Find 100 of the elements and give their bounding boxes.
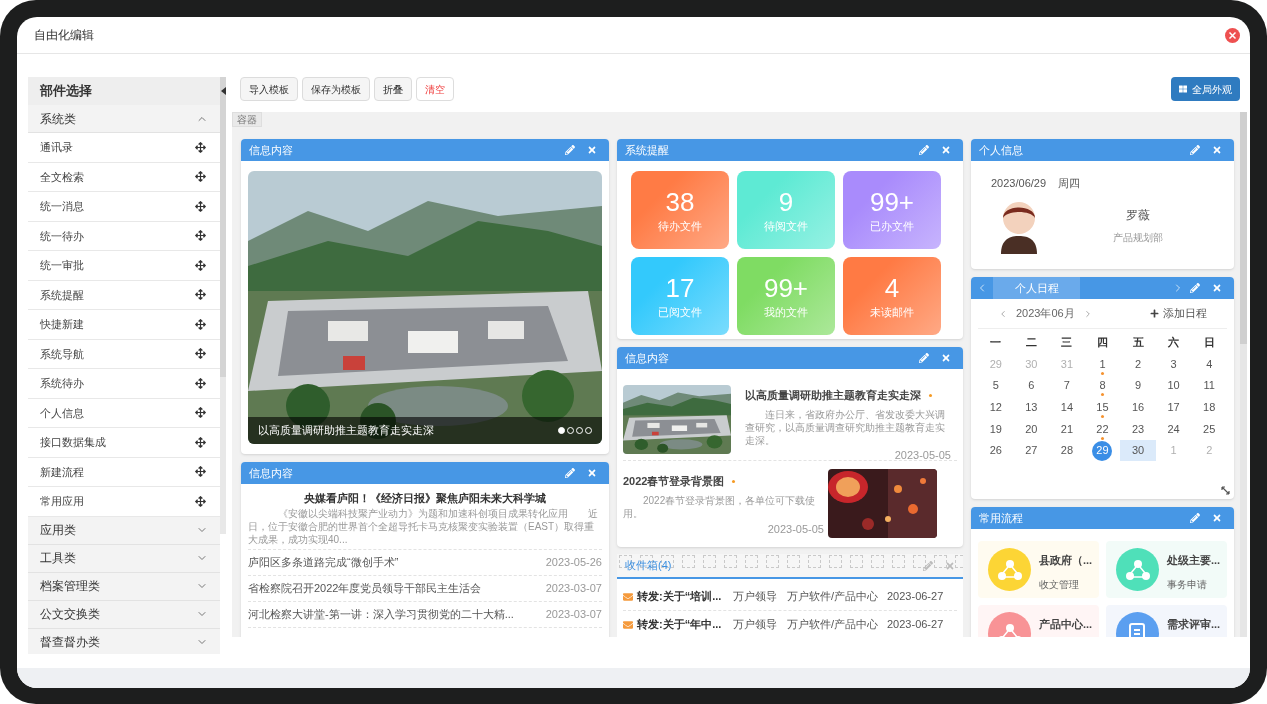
news-title[interactable]: 庐阳区多条道路完成“微创手术” — [248, 554, 399, 571]
category-header[interactable]: 公文交换类 — [28, 600, 220, 629]
calendar-day[interactable]: 1 — [1084, 353, 1121, 375]
category-header[interactable]: 档案管理类 — [28, 572, 220, 601]
widget-item[interactable]: 新建流程 — [28, 457, 220, 487]
move-icon[interactable] — [195, 377, 206, 389]
calendar-day[interactable]: 18 — [1191, 396, 1227, 419]
move-icon[interactable] — [195, 348, 206, 360]
mail-subject[interactable]: 转发:关于“培训... — [637, 588, 733, 605]
workflow-card[interactable]: 产品中心... — [978, 605, 1099, 637]
move-icon[interactable] — [195, 230, 206, 242]
widget-item[interactable]: 通讯录 — [28, 133, 220, 163]
move-icon[interactable] — [195, 466, 206, 478]
add-schedule-button[interactable]: 添加日程 — [1150, 305, 1207, 322]
calendar-day[interactable]: 10 — [1155, 374, 1192, 397]
close-icon[interactable] — [1225, 27, 1240, 43]
edit-icon[interactable] — [1190, 283, 1200, 293]
close-icon[interactable] — [587, 468, 597, 478]
close-icon[interactable] — [941, 145, 951, 155]
appearance-button[interactable]: 全局外观 — [1171, 77, 1240, 101]
article-title[interactable]: 2022春节登录背景图 — [623, 473, 725, 490]
article-title[interactable]: 以高质量调研助推主题教育走实走深 — [745, 387, 921, 404]
close-icon[interactable] — [941, 353, 951, 363]
category-header[interactable]: 系统类 — [28, 105, 220, 133]
category-header[interactable]: 应用类 — [28, 516, 220, 545]
edit-icon[interactable] — [919, 145, 929, 155]
calendar-day[interactable]: 2 — [1120, 353, 1156, 375]
widget-item[interactable]: 快捷新建 — [28, 310, 220, 340]
calendar-day[interactable]: 27 — [1013, 439, 1050, 462]
toolbar-button[interactable]: 清空 — [416, 77, 454, 101]
move-icon[interactable] — [195, 259, 206, 271]
calendar-day[interactable]: 6 — [1013, 374, 1050, 397]
widget-item[interactable]: 常用应用 — [28, 487, 220, 517]
calendar-day[interactable]: 13 — [1013, 396, 1050, 419]
widget-item[interactable]: 统一审批 — [28, 251, 220, 281]
calendar-day[interactable]: 28 — [1049, 439, 1085, 462]
scrollbar[interactable] — [220, 77, 226, 534]
calendar-day[interactable]: 30 — [1120, 439, 1156, 462]
widget-item[interactable]: 接口数据集成 — [28, 428, 220, 458]
close-icon[interactable] — [1212, 513, 1222, 523]
move-icon[interactable] — [195, 171, 206, 183]
widget-item[interactable]: 统一消息 — [28, 192, 220, 222]
widget-item[interactable]: 全文检索 — [28, 162, 220, 192]
move-icon[interactable] — [195, 318, 206, 330]
calendar-day[interactable]: 7 — [1049, 374, 1085, 397]
news-title[interactable]: 省检察院召开2022年度党员领导干部民主生活会 — [248, 580, 482, 597]
toolbar-button[interactable]: 保存为模板 — [302, 77, 370, 101]
widget-item[interactable]: 系统待办 — [28, 369, 220, 399]
calendar-day[interactable]: 20 — [1013, 418, 1050, 440]
calendar-day[interactable]: 22 — [1084, 418, 1121, 440]
workflow-card[interactable]: 处级主要... 事务申请 — [1106, 541, 1227, 598]
calendar-day[interactable]: 17 — [1155, 396, 1192, 419]
move-icon[interactable] — [195, 407, 206, 419]
close-icon[interactable] — [945, 560, 955, 571]
calendar-day[interactable]: 12 — [978, 396, 1014, 419]
widget-item[interactable]: 系统提醒 — [28, 280, 220, 310]
news-headline[interactable]: 央媒看庐阳！《经济日报》聚焦庐阳未来大科学城 — [248, 489, 602, 507]
toolbar-button[interactable]: 折叠 — [374, 77, 412, 101]
calendar-day[interactable]: 21 — [1049, 418, 1085, 440]
resize-icon[interactable] — [1221, 486, 1230, 495]
calendar-day[interactable]: 19 — [978, 418, 1014, 440]
calendar-day[interactable]: 23 — [1120, 418, 1156, 440]
scrollbar[interactable] — [1240, 112, 1247, 637]
edit-icon[interactable] — [565, 468, 575, 478]
calendar-day[interactable]: 26 — [978, 439, 1014, 462]
calendar-day[interactable]: 4 — [1191, 353, 1227, 375]
calendar-day[interactable]: 15 — [1084, 396, 1121, 419]
move-icon[interactable] — [195, 289, 206, 301]
news-title[interactable]: 河北检察大讲堂-第一讲：深入学习贯彻党的二十大精... — [248, 606, 514, 623]
calendar-day[interactable]: 8 — [1084, 374, 1121, 397]
category-header[interactable]: 工具类 — [28, 544, 220, 573]
widget-item[interactable]: 统一待办 — [28, 221, 220, 251]
widget-item[interactable]: 个人信息 — [28, 398, 220, 428]
move-icon[interactable] — [195, 495, 206, 507]
edit-icon[interactable] — [1190, 145, 1200, 155]
edit-icon[interactable] — [919, 353, 929, 363]
close-icon[interactable] — [1212, 283, 1222, 293]
edit-icon[interactable] — [1190, 513, 1200, 523]
workflow-card[interactable]: 县政府（... 收文管理 — [978, 541, 1099, 598]
edit-icon[interactable] — [923, 560, 933, 571]
move-icon[interactable] — [195, 141, 206, 153]
widget-item[interactable]: 系统导航 — [28, 339, 220, 369]
category-header[interactable]: 督查督办类 — [28, 628, 220, 654]
calendar-day[interactable]: 5 — [978, 374, 1014, 397]
calendar-day[interactable]: 16 — [1120, 396, 1156, 419]
calendar-day[interactable]: 11 — [1191, 374, 1227, 397]
calendar-day[interactable]: 25 — [1191, 418, 1227, 440]
mail-subject[interactable]: 转发:关于“年中... — [637, 616, 733, 633]
edit-icon[interactable] — [565, 145, 575, 155]
close-icon[interactable] — [587, 145, 597, 155]
move-icon[interactable] — [195, 200, 206, 212]
calendar-day[interactable]: 14 — [1049, 396, 1085, 419]
move-icon[interactable] — [195, 436, 206, 448]
calendar-day[interactable]: 24 — [1155, 418, 1192, 440]
toolbar-button[interactable]: 导入模板 — [240, 77, 298, 101]
chevron-left-icon[interactable] — [998, 308, 1008, 319]
close-icon[interactable] — [1212, 145, 1222, 155]
calendar-day[interactable]: 3 — [1155, 353, 1192, 375]
calendar-day[interactable]: 9 — [1120, 374, 1156, 397]
workflow-card[interactable]: 需求评审... — [1106, 605, 1227, 637]
